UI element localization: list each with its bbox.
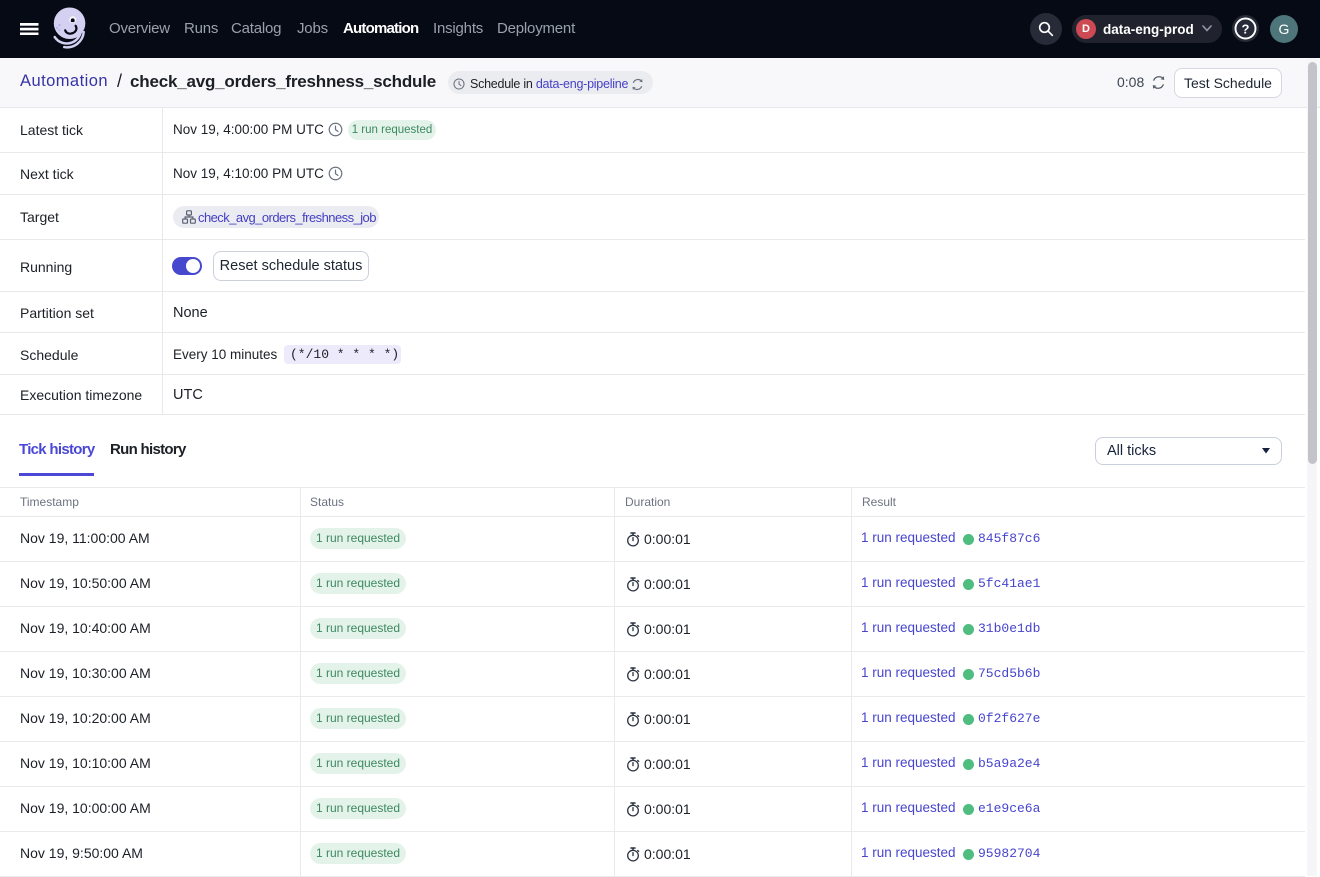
svg-text:?: ?: [1242, 21, 1250, 36]
